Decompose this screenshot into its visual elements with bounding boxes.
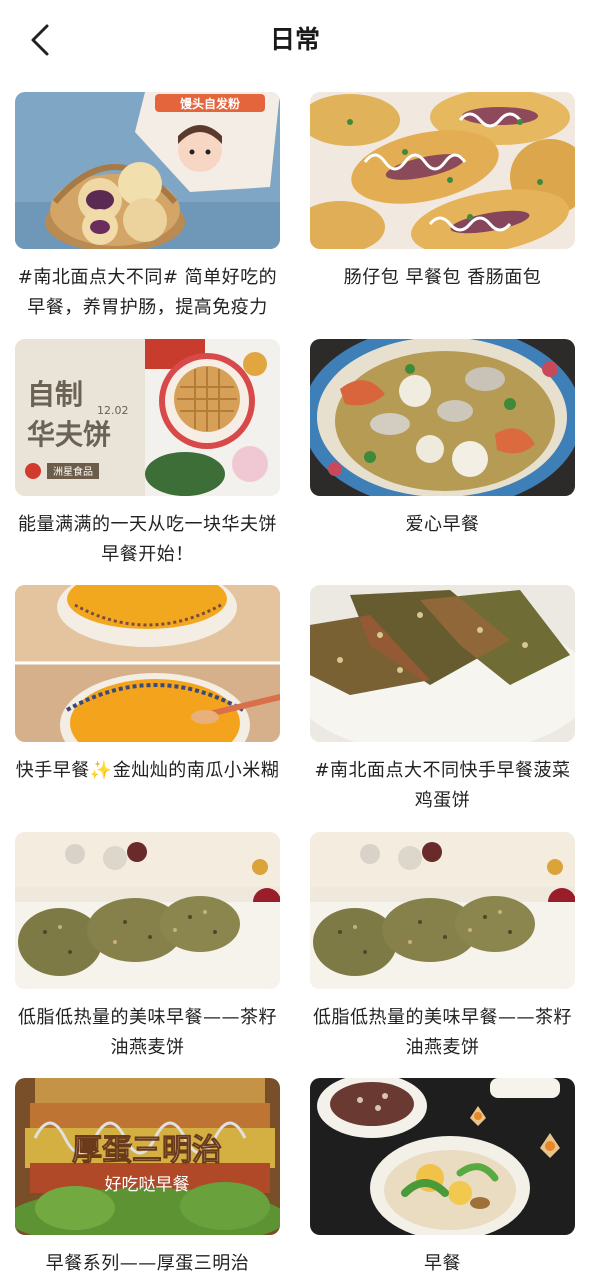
recipe-title[interactable]: 早餐系列——厚蛋三明治 bbox=[15, 1249, 280, 1279]
overlay-subtitle: 好吃哒早餐 bbox=[105, 1175, 190, 1195]
overlay-title: 华夫饼 bbox=[27, 418, 111, 451]
recipe-title[interactable]: 肠仔包 早餐包 香肠面包 bbox=[310, 263, 575, 293]
page-title: 日常 bbox=[269, 25, 320, 54]
recipe-card[interactable]: #南北面点大不同快手早餐菠菜鸡蛋饼 bbox=[310, 585, 575, 816]
recipe-thumbnail[interactable] bbox=[310, 1078, 575, 1235]
recipe-card[interactable]: 厚蛋三明治 好吃哒早餐 早餐系列——厚蛋三明治 bbox=[15, 1078, 280, 1279]
recipe-thumbnail[interactable]: 自制 华夫饼 12.02 洲星食品 bbox=[15, 339, 280, 496]
recipe-thumbnail[interactable] bbox=[310, 585, 575, 742]
recipe-title[interactable]: 低脂低热量的美味早餐——茶籽油燕麦饼 bbox=[310, 1003, 575, 1063]
recipe-thumbnail[interactable] bbox=[310, 92, 575, 249]
recipe-title[interactable]: 能量满满的一天从吃一块华夫饼早餐开始！ bbox=[15, 510, 280, 570]
recipe-title[interactable]: 早餐 bbox=[310, 1249, 575, 1279]
recipe-title[interactable]: 快手早餐✨金灿灿的南瓜小米糊 bbox=[15, 756, 280, 786]
overlay-title: 自制 bbox=[27, 378, 83, 411]
top-bar: 日常 bbox=[0, 0, 590, 80]
package-label: 馒头自发粉 bbox=[180, 96, 240, 111]
overlay-date: 12.02 bbox=[97, 404, 129, 417]
recipe-card[interactable]: 自制 华夫饼 12.02 洲星食品 能量满满的一天从吃一块华夫饼早餐开始！ bbox=[15, 339, 280, 570]
recipe-thumbnail[interactable] bbox=[310, 339, 575, 496]
recipe-thumbnail[interactable] bbox=[15, 832, 280, 989]
recipe-thumbnail[interactable] bbox=[310, 832, 575, 989]
recipe-title[interactable]: 爱心早餐 bbox=[310, 510, 575, 540]
recipe-card[interactable]: 馒头自发粉 #南北面点大不同# 简单好吃的早餐，养胃护肠，提高免疫力 bbox=[15, 92, 280, 323]
recipe-card[interactable]: 爱心早餐 bbox=[310, 339, 575, 540]
recipe-thumbnail[interactable]: 馒头自发粉 bbox=[15, 92, 280, 249]
recipe-card[interactable]: 早餐 bbox=[310, 1078, 575, 1279]
recipe-thumbnail[interactable]: 厚蛋三明治 好吃哒早餐 bbox=[15, 1078, 280, 1235]
recipe-thumbnail[interactable] bbox=[15, 585, 280, 742]
overlay-title: 厚蛋三明治 bbox=[72, 1133, 222, 1168]
overlay-brand: 洲星食品 bbox=[53, 465, 93, 478]
recipe-title[interactable]: #南北面点大不同快手早餐菠菜鸡蛋饼 bbox=[310, 756, 575, 816]
recipe-title[interactable]: #南北面点大不同# 简单好吃的早餐，养胃护肠，提高免疫力 bbox=[15, 263, 280, 323]
recipe-title[interactable]: 低脂低热量的美味早餐——茶籽油燕麦饼 bbox=[15, 1003, 280, 1063]
recipe-card[interactable]: 快手早餐✨金灿灿的南瓜小米糊 bbox=[15, 585, 280, 786]
recipe-card[interactable]: 低脂低热量的美味早餐——茶籽油燕麦饼 bbox=[310, 832, 575, 1063]
recipe-card[interactable]: 低脂低热量的美味早餐——茶籽油燕麦饼 bbox=[15, 832, 280, 1063]
recipe-card[interactable]: 肠仔包 早餐包 香肠面包 bbox=[310, 92, 575, 293]
